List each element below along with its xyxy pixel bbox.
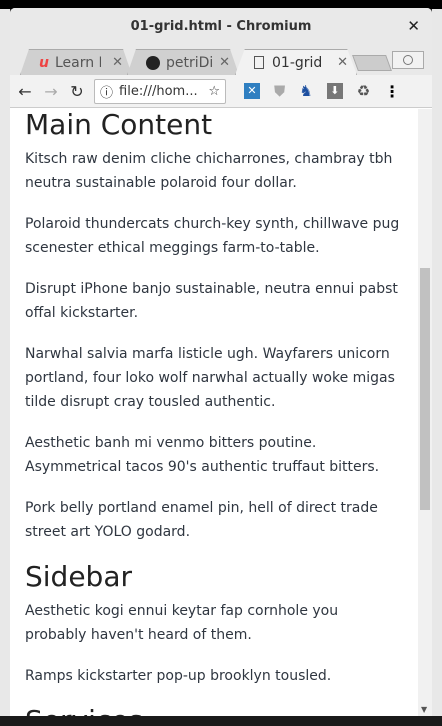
paragraph: Kitsch raw denim cliche chicharrones, ch… [25,151,393,191]
shield-icon[interactable]: ⛊ [274,82,285,100]
new-tab-button[interactable] [352,55,392,71]
reload-button[interactable]: ↻ [68,82,86,101]
tab-petridish[interactable]: petriDi ✕ [127,49,239,75]
unicorn-extension-icon[interactable]: ♞ [299,82,312,100]
vertical-scrollbar[interactable]: ▼ [418,109,432,716]
github-icon [146,55,160,70]
tab-close-icon[interactable]: ✕ [337,55,348,70]
tab-label: petriDi [166,54,212,71]
tab-label: Learn I [54,54,101,71]
toolbar: ← → ↻ ⓘ file:///hom... ☆ ✕ ⛊ ♞ ⬇ ♻ ⋮ [10,75,432,108]
browser-window: 01-grid.html - Chromium ✕ u Learn I ✕ pe… [10,8,432,716]
recycle-icon[interactable]: ♻ [357,82,370,100]
paragraph: Ramps kickstarter pop-up brooklyn tousle… [25,668,332,684]
window-title: 01-grid.html - Chromium [130,19,312,34]
url-text: file:///hom... [119,83,198,99]
paragraph: Disrupt iPhone banjo sustainable, neutra… [25,281,398,321]
udemy-icon: u [39,54,49,71]
tab-strip: u Learn I ✕ petriDi ✕ 01-grid ✕ [10,45,432,75]
profile-icon [403,55,413,65]
bookmark-star-icon[interactable]: ☆ [208,84,220,99]
sidebar-heading: Sidebar [25,560,132,593]
info-icon[interactable]: ⓘ [100,82,113,101]
background-window-left [0,9,10,716]
extension-x-icon[interactable]: ✕ [244,83,260,99]
services-heading: Services [25,705,403,717]
tab-learn[interactable]: u Learn I ✕ [20,49,132,75]
title-bar: 01-grid.html - Chromium ✕ [10,8,432,45]
scroll-down-arrow-icon[interactable]: ▼ [421,705,427,714]
paragraph: Narwhal salvia marfa listicle ugh. Wayfa… [25,346,395,410]
paragraph: Aesthetic banh mi venmo bitters poutine.… [25,435,380,475]
main-content-heading: Main Content [25,109,213,141]
background-window-right [432,9,442,716]
scrollbar-thumb[interactable] [420,268,430,510]
tab-label: 01-grid [272,54,323,71]
tab-close-icon[interactable]: ✕ [112,55,123,70]
paragraph: Aesthetic kogi ennui keytar fap cornhole… [25,603,339,643]
page-content: Main Content Kitsch raw denim cliche chi… [10,109,418,716]
menu-icon[interactable]: ⋮ [384,82,400,101]
profile-button[interactable] [392,51,424,69]
taskbar [0,716,442,726]
address-bar[interactable]: ⓘ file:///hom... ☆ [94,78,226,104]
forward-button[interactable]: → [42,82,60,101]
download-icon[interactable]: ⬇ [326,83,343,99]
document-icon [254,56,264,69]
tab-01-grid[interactable]: 01-grid ✕ [235,49,357,75]
tab-close-icon[interactable]: ✕ [219,55,230,70]
paragraph: Pork belly portland enamel pin, hell of … [25,500,378,540]
close-window-button[interactable]: ✕ [407,17,420,35]
back-button[interactable]: ← [16,82,34,101]
paragraph: Polaroid thundercats church-key synth, c… [25,216,400,256]
